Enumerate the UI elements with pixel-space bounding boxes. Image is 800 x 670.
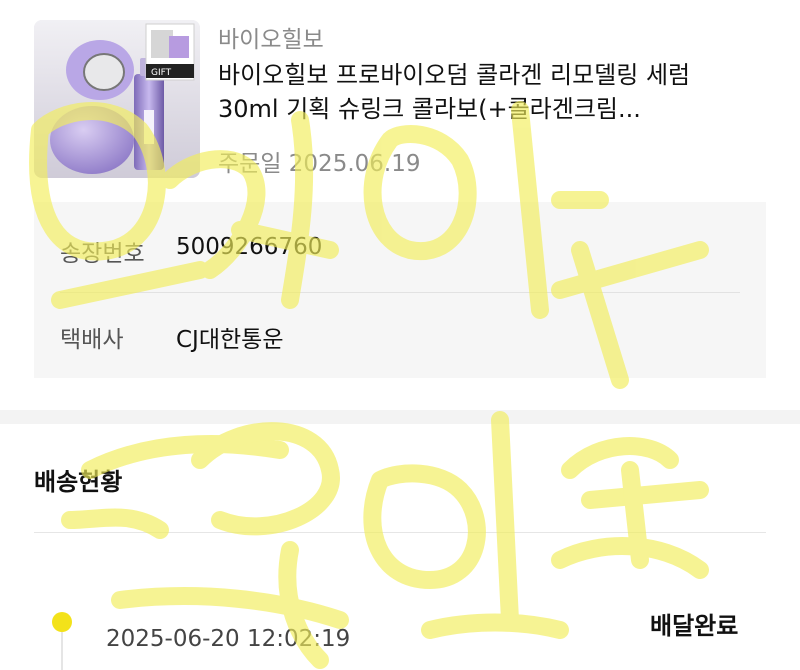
product-name-line1: 바이오힐보 프로바이오덤 콜라겐 리모델링 세럼 [218, 61, 691, 89]
order-date: 주문일 2025.06.19 [218, 151, 421, 177]
carrier-value: CJ대한통운 [176, 327, 284, 353]
divider [60, 292, 740, 293]
section-divider [34, 532, 766, 533]
product-summary[interactable]: GIFT 바이오힐보 바이오힐보 프로바이오덤 콜라겐 리모델링 세럼 30ml… [0, 0, 800, 190]
tracking-number-value[interactable]: 5009266760 [176, 234, 322, 260]
product-name-line2: 30ml 기획 슈링크 콜라보(+콜라겐크림... [218, 95, 641, 123]
gift-label: GIFT [151, 68, 172, 78]
timeline-line [61, 632, 63, 670]
carrier-label: 택배사 [60, 327, 124, 353]
brand-name: 바이오힐보 [218, 27, 324, 53]
product-image: GIFT [34, 20, 200, 178]
section-gap [0, 410, 800, 424]
product-name[interactable]: 바이오힐보 프로바이오덤 콜라겐 리모델링 세럼 30ml 기획 슈링크 콜라보… [218, 58, 778, 126]
timeline-dot [52, 612, 72, 632]
delivery-status-title: 배송현황 [34, 468, 123, 496]
tracking-number-label: 송장번호 [60, 241, 145, 267]
shipping-info-box: 송장번호 5009266760 택배사 CJ대한통운 [34, 202, 766, 378]
event-time: 2025-06-20 12:02:19 [106, 626, 351, 652]
event-status: 배달완료 [650, 612, 739, 640]
product-thumbnail[interactable]: GIFT [34, 20, 200, 178]
